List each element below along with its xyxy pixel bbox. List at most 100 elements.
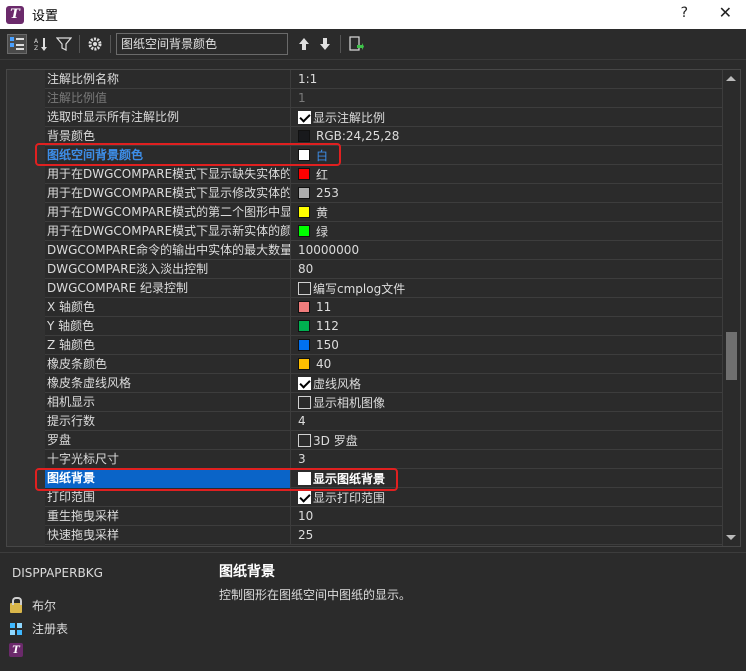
property-row[interactable]: 快速拖曳采样 25: [45, 525, 722, 545]
color-swatch: [298, 130, 310, 142]
checkbox[interactable]: [298, 376, 311, 390]
property-name: Y 轴颜色: [45, 316, 291, 336]
property-row[interactable]: 提示行数 4: [45, 411, 722, 431]
gear-icon[interactable]: [85, 34, 105, 54]
color-swatch: [298, 225, 310, 237]
property-name: 用于在DWGCOMPARE模式下显示缺失实体的: [45, 164, 291, 184]
property-row[interactable]: 重生拖曳采样 10: [45, 506, 722, 526]
search-input[interactable]: 图纸空间背景颜色: [116, 33, 288, 55]
close-button[interactable]: ✕: [719, 3, 732, 22]
property-name: 橡皮条颜色: [45, 354, 291, 374]
help-button[interactable]: ?: [681, 5, 688, 21]
svg-text:A: A: [34, 38, 39, 45]
checkbox[interactable]: [298, 281, 311, 295]
property-name: 橡皮条虚线风格: [45, 373, 291, 393]
property-row[interactable]: DWGCOMPARE命令的输出中实体的最大数量 10000000: [45, 240, 722, 260]
color-swatch: [298, 206, 310, 218]
property-name: 选取时显示所有注解比例: [45, 107, 291, 127]
property-value: 40: [291, 355, 722, 374]
property-row[interactable]: 选取时显示所有注解比例 显示注解比例: [45, 107, 722, 127]
property-row[interactable]: 用于在DWGCOMPARE模式下显示新实体的颜色 绿: [45, 221, 722, 241]
property-row[interactable]: 用于在DWGCOMPARE模式下显示缺失实体的 红: [45, 164, 722, 184]
legend-registry: 注册表: [8, 620, 68, 637]
categorized-view-icon[interactable]: [7, 34, 27, 54]
property-value: 150: [291, 336, 722, 355]
property-row[interactable]: Z 轴颜色 150: [45, 335, 722, 355]
property-row[interactable]: 十字光标尺寸 3: [45, 449, 722, 469]
color-swatch: [298, 187, 310, 199]
checkbox[interactable]: [298, 395, 311, 409]
property-value: 虚线风格: [291, 374, 722, 393]
arrow-up-icon[interactable]: [294, 34, 314, 54]
color-swatch: [298, 301, 310, 313]
property-row[interactable]: 橡皮条颜色 40: [45, 354, 722, 374]
property-name: 用于在DWGCOMPARE模式下显示修改实体的: [45, 183, 291, 203]
property-value: 1:1: [298, 72, 318, 86]
vertical-scrollbar[interactable]: [722, 70, 740, 546]
property-name: 十字光标尺寸: [45, 449, 291, 469]
property-row[interactable]: X 轴颜色 11: [45, 297, 722, 317]
property-value: 112: [291, 317, 722, 336]
property-row[interactable]: 相机显示 显示相机图像: [45, 392, 722, 412]
property-row[interactable]: 用于在DWGCOMPARE模式的第二个图形中显示 黄: [45, 202, 722, 222]
color-swatch: [298, 320, 310, 332]
checkbox[interactable]: [298, 490, 311, 504]
color-swatch: [298, 339, 310, 351]
property-value: 10000000: [298, 243, 360, 257]
property-name: 罗盘: [45, 430, 291, 450]
lock-icon: [8, 596, 24, 614]
scroll-down-icon[interactable]: [726, 535, 736, 540]
property-row[interactable]: 注解比例名称 1:1: [45, 70, 722, 89]
property-row[interactable]: 用于在DWGCOMPARE模式下显示修改实体的 253: [45, 183, 722, 203]
property-name: 注解比例名称: [45, 70, 291, 89]
color-swatch: [298, 168, 310, 180]
property-name: 注解比例值: [45, 88, 291, 108]
arrow-down-icon[interactable]: [315, 34, 335, 54]
description-title: 图纸背景: [219, 564, 275, 580]
highlight-box-paper-background: [35, 468, 398, 491]
property-value: 253: [291, 184, 722, 203]
property-row[interactable]: DWGCOMPARE 纪录控制 编写cmplog文件: [45, 278, 722, 298]
property-value: 显示注解比例: [291, 108, 722, 127]
property-value: 白: [291, 146, 722, 165]
property-grid: 注解比例名称 1:1 注解比例值 1 选取时显示所有注解比例 显示注解比例 背景…: [6, 69, 741, 547]
description-text: 控制图形在图纸空间中图纸的显示。: [219, 588, 412, 602]
property-value: 3D 罗盘: [291, 431, 722, 450]
property-row[interactable]: Y 轴颜色 112: [45, 316, 722, 336]
property-name: 重生拖曳采样: [45, 506, 291, 526]
export-icon[interactable]: [346, 34, 366, 54]
property-name: 快速拖曳采样: [45, 525, 291, 545]
property-value: 10: [298, 509, 314, 523]
highlight-box-paper-space-bg-color: [35, 143, 341, 166]
property-value: 25: [298, 528, 314, 542]
window-title: 设置: [32, 9, 59, 24]
property-value: 1: [298, 91, 306, 105]
app-logo-small-icon: T: [8, 642, 24, 658]
property-value: RGB:24,25,28: [291, 127, 722, 146]
property-name: Z 轴颜色: [45, 335, 291, 355]
property-row[interactable]: 橡皮条虚线风格 虚线风格: [45, 373, 722, 393]
checkbox[interactable]: [298, 110, 311, 124]
property-value: 3: [298, 452, 306, 466]
property-name: 用于在DWGCOMPARE模式的第二个图形中显示: [45, 202, 291, 222]
legend-boolean: 布尔: [8, 596, 56, 614]
property-name: 相机显示: [45, 392, 291, 412]
legend-app: T: [8, 642, 32, 658]
filter-icon[interactable]: [54, 34, 74, 54]
property-row[interactable]: DWGCOMPARE淡入淡出控制 80: [45, 259, 722, 279]
checkbox[interactable]: [298, 433, 311, 447]
property-name: DWGCOMPARE淡入淡出控制: [45, 259, 291, 279]
property-value: 11: [291, 298, 722, 317]
property-value: 红: [291, 165, 722, 184]
property-name: 用于在DWGCOMPARE模式下显示新实体的颜色: [45, 221, 291, 241]
app-logo-icon: T: [6, 5, 24, 24]
property-row: 注解比例值 1: [45, 88, 722, 108]
sort-alphabetical-icon[interactable]: AZ: [31, 34, 51, 54]
scroll-up-icon[interactable]: [726, 76, 736, 81]
property-value: 绿: [291, 222, 722, 241]
property-name: DWGCOMPARE 纪录控制: [45, 278, 291, 298]
property-value: 编写cmplog文件: [291, 279, 722, 298]
property-row[interactable]: 罗盘 3D 罗盘: [45, 430, 722, 450]
scroll-thumb[interactable]: [726, 332, 737, 380]
variable-name: DISPPAPERBKG: [12, 566, 103, 580]
